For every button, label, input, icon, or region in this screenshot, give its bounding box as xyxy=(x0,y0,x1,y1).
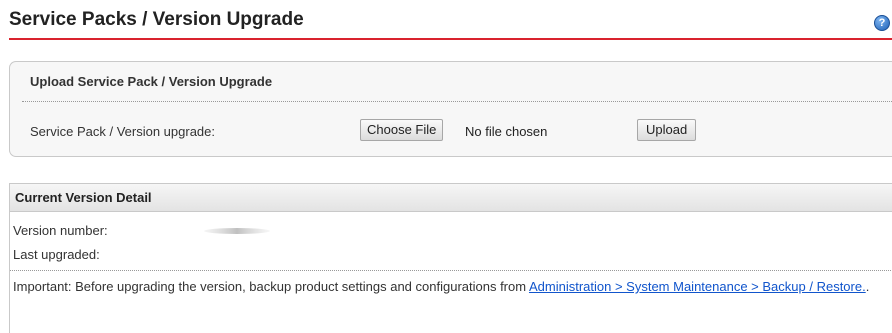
version-number-value-redacted xyxy=(204,228,270,234)
file-status-text: No file chosen xyxy=(465,124,548,139)
last-upgraded-label: Last upgraded: xyxy=(13,247,100,262)
version-number-label: Version number: xyxy=(13,223,108,238)
help-icon[interactable]: ? xyxy=(874,15,890,31)
important-note: Important: Before upgrading the version,… xyxy=(13,279,891,295)
upload-panel-heading: Upload Service Pack / Version Upgrade xyxy=(30,74,273,89)
backup-restore-link[interactable]: Administration > System Maintenance > Ba… xyxy=(529,279,866,294)
important-note-text: Important: Before upgrading the version,… xyxy=(13,279,527,294)
page-header: Service Packs / Version Upgrade ? xyxy=(9,8,892,40)
upload-panel: Upload Service Pack / Version Upgrade Se… xyxy=(9,61,892,157)
choose-file-button[interactable]: Choose File xyxy=(360,119,444,141)
version-detail-panel: Current Version Detail Version number: L… xyxy=(9,183,892,333)
version-heading-bar: Current Version Detail xyxy=(10,183,892,212)
row-divider xyxy=(10,270,892,271)
panel-divider xyxy=(22,101,892,102)
important-note-suffix: . xyxy=(865,279,870,294)
service-pack-field-label: Service Pack / Version upgrade: xyxy=(30,124,215,139)
page-title: Service Packs / Version Upgrade xyxy=(9,9,304,30)
version-detail-heading: Current Version Detail xyxy=(15,190,152,205)
upload-button[interactable]: Upload xyxy=(637,119,697,141)
